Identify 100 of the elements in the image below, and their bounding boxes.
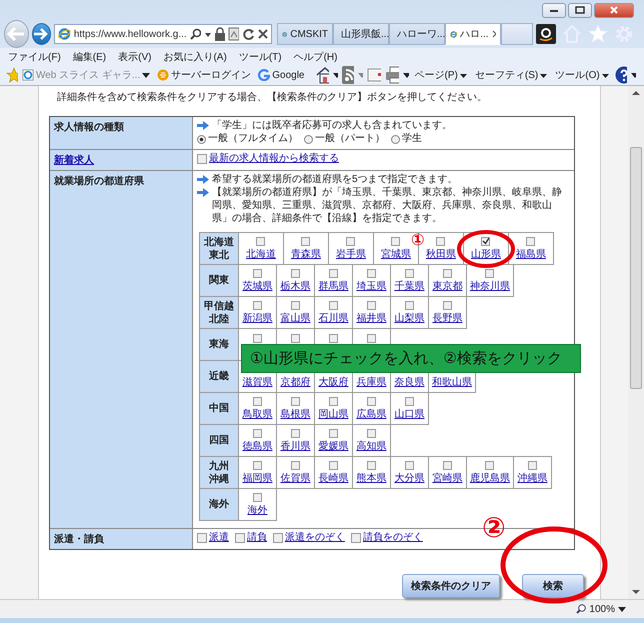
checkbox[interactable] [404, 300, 414, 310]
maximize-button[interactable] [568, 2, 592, 18]
scroll-up-icon[interactable] [632, 90, 640, 96]
print-icon[interactable] [384, 66, 400, 84]
close-button[interactable] [594, 2, 634, 18]
menu-item[interactable]: ツール(T) [238, 50, 282, 64]
checkbox[interactable] [328, 300, 338, 310]
checkbox[interactable] [256, 236, 266, 246]
checkbox[interactable] [252, 396, 262, 406]
checkbox[interactable] [391, 236, 400, 246]
option-label[interactable]: 一般（フルタイム） [208, 132, 298, 146]
option-link[interactable]: 請負をのぞく [362, 531, 423, 545]
checkbox[interactable] [234, 533, 245, 543]
browser-tab[interactable]: ハロ... [445, 23, 501, 45]
checkbox[interactable] [404, 460, 414, 470]
checkbox[interactable] [526, 236, 536, 246]
refresh-icon[interactable] [242, 28, 254, 40]
checkbox[interactable] [404, 268, 414, 278]
checkbox[interactable] [290, 396, 300, 406]
checkbox[interactable] [290, 300, 300, 310]
checkbox[interactable] [328, 334, 338, 342]
option-label[interactable]: 学生 [402, 132, 422, 146]
command-menu[interactable]: ページ(P) [414, 68, 467, 82]
checkbox[interactable] [366, 428, 376, 438]
checkbox[interactable] [481, 236, 490, 246]
caret-icon[interactable] [618, 605, 626, 613]
checkbox[interactable] [196, 154, 207, 164]
favorites-star-icon[interactable] [6, 67, 18, 83]
favorites-link[interactable]: サーバーログイン [157, 68, 252, 82]
checkbox[interactable] [366, 334, 376, 342]
address-field[interactable]: https://www.hellowork.g... [54, 24, 272, 44]
checkbox[interactable] [290, 334, 300, 342]
checkbox[interactable] [252, 300, 262, 310]
browser-tab[interactable]: 山形県飯... [333, 23, 389, 45]
back-button[interactable] [4, 20, 29, 48]
option-link[interactable]: 最新の求人情報から検索する [208, 152, 339, 166]
checkbox[interactable] [328, 396, 338, 406]
new-listings-link[interactable]: 新着求人 [54, 155, 94, 166]
checkbox[interactable] [290, 428, 300, 438]
checkbox[interactable] [252, 334, 262, 342]
command-menu[interactable]: ツール(O) [555, 68, 609, 82]
favorites-link[interactable]: Google [258, 69, 304, 81]
option-label[interactable]: 一般（パート） [314, 132, 385, 146]
mail-icon[interactable] [367, 68, 381, 82]
zoom-icon[interactable] [576, 604, 586, 614]
prefecture-link[interactable]: 和歌山県 [432, 374, 472, 388]
scrollbar[interactable] [628, 86, 644, 599]
checkbox[interactable] [404, 396, 414, 406]
checkbox[interactable] [485, 268, 494, 278]
scroll-down-icon[interactable] [632, 589, 640, 595]
help-icon[interactable] [614, 66, 627, 84]
checkbox[interactable] [290, 460, 300, 470]
checkbox[interactable] [366, 268, 376, 278]
checkbox[interactable] [252, 460, 262, 470]
checkbox[interactable] [301, 236, 310, 246]
browser-tab[interactable]: CMSKIT [277, 23, 333, 45]
checkbox[interactable] [436, 236, 446, 246]
menu-item[interactable]: 編集(E) [72, 50, 106, 64]
zoom-level[interactable]: 100% [589, 604, 615, 614]
search-button[interactable]: 検索 [522, 574, 584, 598]
checkbox[interactable] [528, 460, 537, 470]
checkbox[interactable] [252, 492, 262, 502]
menu-item[interactable]: ヘルプ(H) [294, 50, 338, 64]
checkbox[interactable] [328, 428, 338, 438]
checkbox[interactable] [442, 268, 452, 278]
checkbox[interactable] [366, 460, 376, 470]
checkbox[interactable] [328, 268, 338, 278]
checkbox[interactable] [290, 268, 300, 278]
search-icon[interactable] [190, 28, 201, 40]
checkbox[interactable] [328, 460, 338, 470]
caret-icon[interactable] [332, 71, 338, 79]
checkbox[interactable] [252, 268, 262, 278]
caret-icon[interactable] [403, 71, 409, 79]
menu-item[interactable]: ファイル(F) [8, 50, 61, 64]
checkbox[interactable] [366, 300, 376, 310]
checkbox[interactable] [252, 428, 262, 438]
feed-icon[interactable] [342, 66, 354, 84]
option-link[interactable]: 請負 [246, 531, 267, 545]
checkbox[interactable] [196, 533, 207, 543]
command-menu[interactable]: セーフティ(S) [474, 68, 548, 82]
checkbox[interactable] [485, 460, 494, 470]
forward-button[interactable] [32, 23, 51, 45]
caret-icon[interactable] [630, 71, 636, 79]
stop-icon[interactable] [257, 28, 268, 40]
home-icon[interactable] [315, 66, 329, 84]
checkbox[interactable] [350, 533, 361, 543]
radio-button[interactable] [304, 134, 313, 144]
clear-button[interactable]: 検索条件のクリア [402, 574, 500, 598]
minimize-button[interactable] [542, 2, 566, 18]
checkbox[interactable] [442, 460, 452, 470]
star-icon[interactable] [588, 24, 608, 44]
option-link[interactable]: 派遣をのぞく [284, 531, 345, 545]
menu-item[interactable]: 表示(V) [118, 50, 152, 64]
checkbox[interactable] [272, 533, 283, 543]
checkbox[interactable] [442, 300, 452, 310]
radio-button[interactable] [196, 134, 206, 144]
radio-button[interactable] [390, 134, 400, 144]
compatibility-icon[interactable] [228, 27, 240, 41]
browser-tab[interactable]: ハローワ... [389, 23, 445, 45]
checkbox[interactable] [346, 236, 356, 246]
